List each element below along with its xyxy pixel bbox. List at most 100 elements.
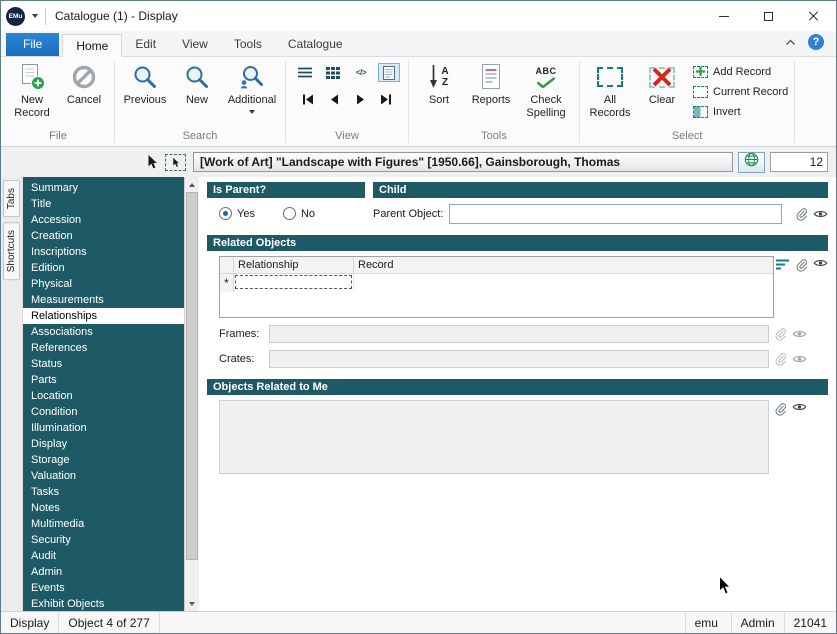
sidebar-item-multimedia[interactable]: Multimedia bbox=[23, 516, 184, 532]
sidebar-item-parts[interactable]: Parts bbox=[23, 372, 184, 388]
first-record-icon[interactable] bbox=[298, 91, 318, 107]
new-record-button[interactable]: New Record bbox=[6, 58, 58, 119]
all-records-button[interactable]: All Records bbox=[584, 58, 636, 119]
sidebar-item-relationships[interactable]: Relationships bbox=[23, 308, 184, 324]
tab-edit[interactable]: Edit bbox=[122, 33, 169, 56]
record-cell[interactable] bbox=[354, 274, 773, 292]
cancel-button[interactable]: Cancel bbox=[58, 58, 110, 107]
column-header-record: Record bbox=[358, 259, 394, 271]
tab-catalogue[interactable]: Catalogue bbox=[275, 33, 356, 56]
all-records-label: All Records bbox=[589, 94, 631, 119]
scroll-up-icon[interactable] bbox=[185, 177, 199, 192]
record-summary-bar: [Work of Art] "Landscape with Figures" [… bbox=[193, 152, 733, 172]
grid-properties-icon[interactable] bbox=[775, 258, 790, 271]
sidebar-item-audit[interactable]: Audit bbox=[23, 548, 184, 564]
sidebar-item-edition[interactable]: Edition bbox=[23, 260, 184, 276]
vertical-tab-shortcuts[interactable]: Shortcuts bbox=[3, 222, 20, 281]
clear-selection-button[interactable]: Clear bbox=[636, 58, 688, 107]
status-group: Admin bbox=[730, 612, 784, 633]
grid-view-icon[interactable] bbox=[322, 63, 344, 82]
maximize-button[interactable] bbox=[746, 1, 791, 31]
ribbon-group-view: </> View bbox=[287, 58, 407, 146]
table-row[interactable]: * bbox=[220, 274, 773, 292]
view-record-icon[interactable] bbox=[813, 258, 828, 268]
code-view-icon[interactable]: </> bbox=[350, 63, 372, 82]
sort-button[interactable]: AZ Sort bbox=[413, 58, 465, 107]
status-user: emu bbox=[684, 612, 731, 633]
sidebar-item-admin[interactable]: Admin bbox=[23, 564, 184, 580]
status-record-position: Object 4 of 277 bbox=[59, 612, 160, 633]
sidebar-item-measurements[interactable]: Measurements bbox=[23, 292, 184, 308]
add-record-button[interactable]: Add Record bbox=[693, 63, 788, 80]
invert-selection-button[interactable]: Invert bbox=[693, 103, 788, 120]
minimize-button[interactable] bbox=[701, 1, 746, 31]
previous-record-icon[interactable] bbox=[324, 91, 344, 107]
sidebar-item-exhibit-objects[interactable]: Exhibit Objects bbox=[23, 596, 184, 611]
attach-icon[interactable] bbox=[795, 258, 808, 272]
select-pointer-icon[interactable] bbox=[147, 154, 158, 170]
collapse-ribbon-icon[interactable] bbox=[785, 33, 796, 51]
sidebar-item-status[interactable]: Status bbox=[23, 356, 184, 372]
ribbon-divider bbox=[408, 61, 409, 143]
vertical-tab-tabs[interactable]: Tabs bbox=[3, 180, 20, 218]
search-previous-button[interactable]: Previous bbox=[119, 58, 171, 107]
close-button[interactable] bbox=[791, 1, 836, 31]
tab-view[interactable]: View bbox=[169, 33, 221, 56]
last-record-icon[interactable] bbox=[376, 91, 396, 107]
attach-icon[interactable] bbox=[795, 207, 808, 221]
sidebar-item-display[interactable]: Display bbox=[23, 436, 184, 452]
maximize-icon bbox=[764, 11, 773, 21]
scroll-down-icon[interactable] bbox=[185, 596, 199, 611]
tab-file[interactable]: File bbox=[6, 33, 60, 56]
sidebar-item-events[interactable]: Events bbox=[23, 580, 184, 596]
sidebar-item-valuation[interactable]: Valuation bbox=[23, 468, 184, 484]
side-tab-strip: Tabs Shortcuts bbox=[1, 177, 23, 611]
parent-object-input[interactable] bbox=[449, 204, 782, 224]
relationship-cell[interactable] bbox=[234, 274, 354, 292]
sidebar-item-tasks[interactable]: Tasks bbox=[23, 484, 184, 500]
detail-view-icon[interactable] bbox=[378, 63, 400, 82]
crates-label: Crates: bbox=[219, 353, 255, 365]
sidebar-item-creation[interactable]: Creation bbox=[23, 228, 184, 244]
tab-tools[interactable]: Tools bbox=[221, 33, 275, 56]
ribbon-divider bbox=[114, 61, 115, 143]
is-parent-yes-radio[interactable]: Yes bbox=[219, 207, 255, 220]
sidebar-item-references[interactable]: References bbox=[23, 340, 184, 356]
quick-access-dropdown[interactable] bbox=[32, 14, 38, 18]
select-record-marquee-icon[interactable] bbox=[165, 153, 186, 171]
globe-button[interactable] bbox=[738, 151, 765, 173]
new-record-icon bbox=[18, 62, 46, 92]
search-additional-button[interactable]: Additional bbox=[223, 58, 281, 114]
tab-home[interactable]: Home bbox=[62, 34, 123, 57]
sidebar-scrollbar[interactable] bbox=[184, 177, 199, 611]
sidebar-item-summary[interactable]: Summary bbox=[23, 180, 184, 196]
sidebar-item-inscriptions[interactable]: Inscriptions bbox=[23, 244, 184, 260]
reports-icon bbox=[479, 62, 503, 92]
sidebar-item-accession[interactable]: Accession bbox=[23, 212, 184, 228]
cell-focus-outline bbox=[235, 275, 352, 289]
sidebar-item-location[interactable]: Location bbox=[23, 388, 184, 404]
list-view-icon[interactable] bbox=[294, 63, 316, 82]
help-icon[interactable]: ? bbox=[808, 34, 824, 50]
sidebar-item-physical[interactable]: Physical bbox=[23, 276, 184, 292]
view-record-icon[interactable] bbox=[813, 209, 828, 219]
attach-icon[interactable] bbox=[774, 402, 787, 416]
scrollbar-track[interactable] bbox=[185, 192, 199, 596]
sidebar-item-security[interactable]: Security bbox=[23, 532, 184, 548]
app-icon[interactable]: EMu bbox=[6, 6, 25, 26]
is-parent-no-radio[interactable]: No bbox=[282, 207, 315, 220]
next-record-icon[interactable] bbox=[350, 91, 370, 107]
scrollbar-thumb[interactable] bbox=[186, 192, 198, 560]
search-new-button[interactable]: New bbox=[171, 58, 223, 107]
sidebar-item-notes[interactable]: Notes bbox=[23, 500, 184, 516]
group-label-select: Select bbox=[671, 130, 703, 142]
reports-button[interactable]: Reports bbox=[465, 58, 517, 107]
sidebar-item-storage[interactable]: Storage bbox=[23, 452, 184, 468]
sidebar-item-illumination[interactable]: Illumination bbox=[23, 420, 184, 436]
sidebar-item-condition[interactable]: Condition bbox=[23, 404, 184, 420]
view-record-icon[interactable] bbox=[792, 402, 807, 412]
current-record-button[interactable]: Current Record bbox=[693, 83, 788, 100]
sidebar-item-associations[interactable]: Associations bbox=[23, 324, 184, 340]
sidebar-item-title[interactable]: Title bbox=[23, 196, 184, 212]
check-spelling-button[interactable]: ABC Check Spelling bbox=[517, 58, 575, 119]
